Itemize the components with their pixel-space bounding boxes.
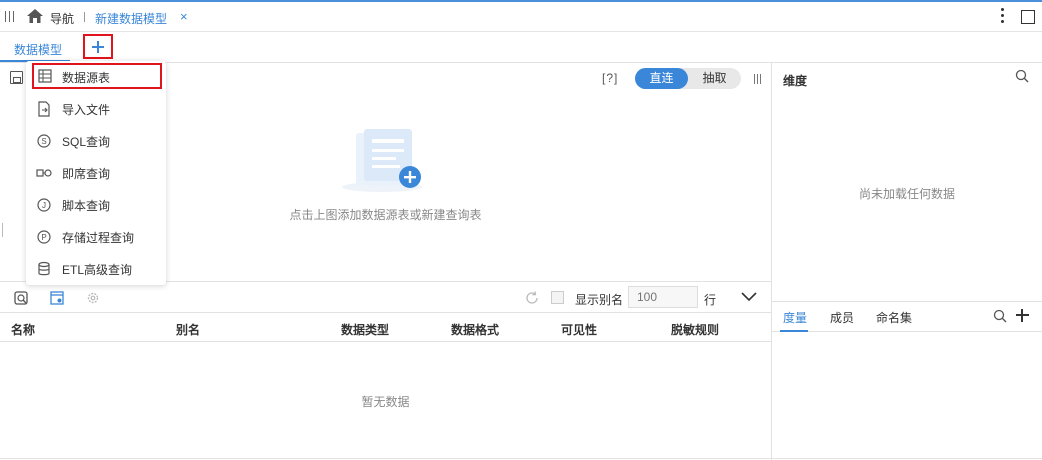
column-header-name: 名称 xyxy=(11,323,36,337)
no-data-text: 暂无数据 xyxy=(361,395,410,409)
resize-handle[interactable] xyxy=(2,223,3,237)
gear-icon[interactable] xyxy=(86,291,100,305)
column-header-data-type: 数据类型 xyxy=(341,323,390,337)
help-link[interactable]: [?] xyxy=(602,71,618,85)
active-tab-underline xyxy=(780,330,808,332)
nav-label[interactable]: 导航 xyxy=(50,10,74,27)
etl-query-icon xyxy=(38,261,50,276)
menu-item-label: 存储过程查询 xyxy=(62,231,135,245)
field-settings-icon[interactable] xyxy=(50,291,64,305)
dimension-title: 维度 xyxy=(783,74,808,88)
fields-table-header: 名称 别名 数据类型 数据格式 可见性 脱敏规则 xyxy=(0,313,771,342)
more-vertical-icon[interactable] xyxy=(1001,8,1005,24)
tab-data-model[interactable]: 数据模型 xyxy=(14,41,62,58)
tab-new-data-model[interactable]: 新建数据模型 xyxy=(95,10,167,27)
adhoc-query-icon xyxy=(36,169,52,177)
home-icon[interactable] xyxy=(27,9,43,23)
measure-tabs: 度量 成员 命名集 xyxy=(772,301,1042,332)
svg-text:P: P xyxy=(41,233,46,242)
preview-rows-input[interactable] xyxy=(628,286,698,308)
menu-item-adhoc-query[interactable]: 即席查询 xyxy=(26,157,166,189)
menu-item-label: 数据源表 xyxy=(62,71,111,85)
column-header-data-format: 数据格式 xyxy=(451,323,500,337)
tab-member[interactable]: 成员 xyxy=(830,309,854,326)
column-header-masking-rule: 脱敏规则 xyxy=(671,323,720,337)
top-bar: 导航 新建数据模型 × xyxy=(0,0,1042,32)
model-tab-row: 数据模型 xyxy=(0,32,1042,63)
add-datasource-menu: 数据源表 导入文件 S SQL查询 即席查询 J 脚本查询 P 存储过程查询 E… xyxy=(26,61,166,285)
mode-extract-button[interactable]: 抽取 xyxy=(688,68,741,89)
bottom-border xyxy=(0,458,1042,459)
svg-text:S: S xyxy=(41,137,46,146)
menu-item-label: SQL查询 xyxy=(62,135,111,149)
search-icon[interactable] xyxy=(1015,69,1029,83)
menu-item-datasource-table[interactable]: 数据源表 xyxy=(32,63,162,89)
script-query-icon: J xyxy=(37,198,51,212)
mode-direct-button[interactable]: 直连 xyxy=(635,68,688,89)
menu-item-script-query[interactable]: J 脚本查询 xyxy=(26,189,166,221)
rows-unit-label: 行 xyxy=(704,293,717,307)
tab-measure[interactable]: 度量 xyxy=(783,309,807,326)
panel-divider[interactable] xyxy=(771,63,772,460)
add-datasource-illustration[interactable] xyxy=(342,127,426,193)
refresh-icon[interactable] xyxy=(525,291,539,305)
import-file-icon xyxy=(38,101,50,117)
search-icon[interactable] xyxy=(993,309,1007,323)
column-header-alias: 别名 xyxy=(176,323,201,337)
tab-separator xyxy=(84,12,85,22)
close-icon[interactable]: × xyxy=(180,9,188,24)
mode-toggle[interactable]: 直连 抽取 xyxy=(635,68,741,89)
dimension-empty-text: 尚未加载任何数据 xyxy=(858,187,955,201)
maximize-icon[interactable] xyxy=(1021,10,1035,24)
menu-item-label: ETL高级查询 xyxy=(62,263,133,277)
menu-item-sql-query[interactable]: S SQL查询 xyxy=(26,125,166,157)
column-header-visibility: 可见性 xyxy=(561,323,598,337)
show-alias-label: 显示别名 xyxy=(575,293,624,307)
menu-item-etl-query[interactable]: ETL高级查询 xyxy=(26,253,166,285)
add-icon[interactable] xyxy=(1016,309,1029,322)
tab-named-set[interactable]: 命名集 xyxy=(876,309,912,326)
panel-toggle-icon[interactable] xyxy=(754,74,762,84)
preview-icon[interactable] xyxy=(14,291,28,305)
fields-toolbar: 显示别名 行 xyxy=(0,281,771,313)
sql-query-icon: S xyxy=(37,134,51,148)
add-tab-button[interactable] xyxy=(83,34,113,59)
table-icon xyxy=(38,69,52,83)
menu-item-import-file[interactable]: 导入文件 xyxy=(26,93,166,125)
show-alias-checkbox[interactable] xyxy=(551,291,564,304)
sidebar-toggle-icon[interactable] xyxy=(5,11,15,22)
menu-item-label: 脚本查询 xyxy=(62,199,111,213)
menu-item-label: 导入文件 xyxy=(62,103,111,117)
svg-text:J: J xyxy=(42,201,46,210)
chevron-down-icon[interactable] xyxy=(740,290,758,302)
procedure-query-icon: P xyxy=(37,230,51,244)
menu-item-label: 即席查询 xyxy=(62,167,111,181)
menu-item-procedure-query[interactable]: P 存储过程查询 xyxy=(26,221,166,253)
save-icon[interactable] xyxy=(10,71,23,84)
